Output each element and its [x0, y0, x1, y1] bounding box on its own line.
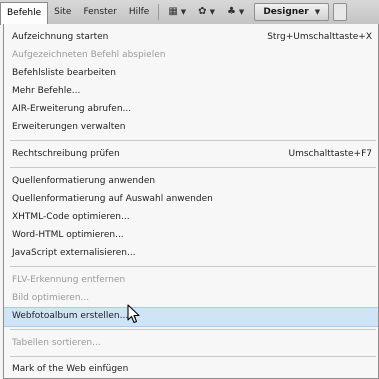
befehle-dropdown-menu: Aufzeichnung starten Strg+Umschalttaste+X…	[3, 24, 379, 379]
menu-item-aufzeichnung-starten[interactable]: Aufzeichnung starten Strg+Umschalttaste+X	[4, 28, 378, 46]
menu-separator	[10, 266, 376, 267]
menu-item-label: Erweiterungen verwalten	[12, 122, 126, 132]
menu-item-bild-optimieren: Bild optimieren...	[4, 289, 378, 307]
menu-fenster[interactable]: Fenster	[77, 2, 122, 22]
menu-separator	[10, 140, 376, 141]
menu-item-label: JavaScript externalisieren...	[12, 248, 136, 258]
menu-item-befehlsliste-bearbeiten[interactable]: Befehlsliste bearbeiten	[4, 64, 378, 82]
menu-item-label: XHTML-Code optimieren...	[12, 212, 130, 222]
menu-item-label: Quellenformatierung anwenden	[12, 176, 156, 186]
menu-separator	[10, 167, 376, 168]
menubar-divider	[158, 4, 160, 20]
menu-item-label: Quellenformatierung auf Auswahl anwenden	[12, 194, 213, 204]
chevron-down-icon: ▼	[180, 8, 187, 16]
mouse-pointer-icon	[127, 304, 140, 324]
menu-befehle[interactable]: Befehle	[0, 1, 49, 25]
menu-item-erweiterungen-verwalten[interactable]: Erweiterungen verwalten	[4, 118, 378, 136]
menu-item-label: Webfotoalbum erstellen......	[12, 311, 137, 321]
menu-item-label: Word-HTML optimieren...	[12, 230, 124, 240]
menu-item-flv-erkennung: FLV-Erkennung entfernen	[4, 271, 378, 289]
menu-bar: Befehle Site Fenster Hilfe ▦ ▼ ✿ ▼ ♣ ▼ D…	[0, 0, 379, 25]
gear-icon: ✿	[198, 6, 207, 17]
extend-dropdown-button[interactable]: ✿ ▼	[192, 2, 221, 22]
menu-item-mark-of-the-web[interactable]: Mark of the Web einfügen	[4, 360, 378, 378]
menu-item-label: Befehlsliste bearbeiten	[12, 68, 116, 78]
workspace-label: Designer	[263, 7, 309, 17]
menu-item-word-html-optimieren[interactable]: Word-HTML optimieren...	[4, 226, 378, 244]
menu-item-label: Aufgezeichneten Befehl abspielen	[12, 50, 166, 60]
menu-item-label: Mark of the Web einfügen	[12, 364, 129, 374]
workspace-switcher-button[interactable]: Designer ▼	[254, 3, 330, 21]
menu-item-tabellen-sortieren: Tabellen sortieren...	[4, 334, 378, 352]
menu-item-label: Aufzeichnung starten	[12, 32, 109, 42]
menu-item-xhtml-optimieren[interactable]: XHTML-Code optimieren...	[4, 208, 378, 226]
site-icon: ♣	[226, 6, 236, 17]
layout-dropdown-button[interactable]: ▦ ▼	[162, 2, 192, 22]
cut-off-toolbar-button[interactable]	[333, 3, 348, 21]
menu-item-rechtschreibung[interactable]: Rechtschreibung prüfen Umschalttaste+F7	[4, 145, 378, 163]
site-dropdown-button[interactable]: ♣ ▼	[221, 2, 250, 22]
menu-item-label: Tabellen sortieren...	[12, 338, 101, 348]
menu-hilfe[interactable]: Hilfe	[123, 2, 155, 22]
menu-item-javascript-externalisieren[interactable]: JavaScript externalisieren...	[4, 244, 378, 262]
menu-item-label: AIR-Erweiterung abrufen...	[12, 104, 132, 114]
menu-item-label: Mehr Befehle...	[12, 86, 81, 96]
chevron-down-icon: ▼	[209, 8, 215, 16]
layout-icon: ▦	[168, 6, 178, 17]
menu-separator	[10, 356, 376, 357]
chevron-down-icon: ▼	[314, 8, 321, 16]
menu-item-shortcut: Strg+Umschalttaste+X	[267, 32, 372, 42]
menu-item-label: Bild optimieren...	[12, 293, 90, 303]
menu-item-mehr-befehle[interactable]: Mehr Befehle...	[4, 82, 378, 100]
menu-item-quellenformatierung-auswahl[interactable]: Quellenformatierung auf Auswahl anwenden	[4, 190, 378, 208]
menu-item-label: FLV-Erkennung entfernen	[12, 275, 126, 285]
menu-item-quellenformatierung[interactable]: Quellenformatierung anwenden	[4, 172, 378, 190]
menu-item-befehl-abspielen: Aufgezeichneten Befehl abspielen	[4, 46, 378, 64]
menu-item-label: Rechtschreibung prüfen	[12, 149, 120, 159]
menu-separator	[10, 329, 376, 330]
menu-item-shortcut: Umschalttaste+F7	[288, 149, 372, 159]
chevron-down-icon: ▼	[238, 8, 245, 16]
menu-item-air-erweiterung[interactable]: AIR-Erweiterung abrufen...	[4, 100, 378, 118]
menu-site[interactable]: Site	[48, 2, 77, 22]
menu-item-webfotoalbum[interactable]: Webfotoalbum erstellen......	[4, 307, 378, 327]
